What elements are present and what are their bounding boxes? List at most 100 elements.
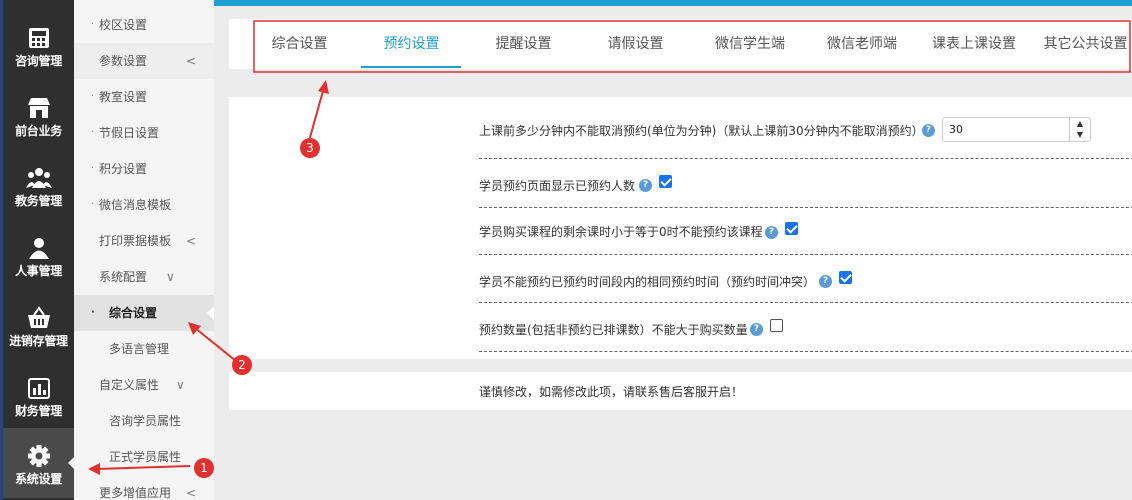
bullet: ·: [91, 307, 95, 318]
sub-sidebar: · 校区设置 参数设置 < · 教室设置 · 节假日设置 · 积分设置 · 微信消息模板 打…: [74, 0, 214, 500]
nav-front-desk[interactable]: 前台业务: [3, 80, 74, 150]
nav-hr[interactable]: 人事管理: [3, 220, 74, 290]
storefront-icon: [27, 98, 50, 118]
input-value: 30: [949, 123, 963, 136]
booking-settings-form: 上课前多少分钟内不能取消预约(单位为分钟)（默认上课前30分钟内不能取消预约） …: [229, 97, 1132, 359]
calculator-icon: [28, 28, 49, 48]
tab-general[interactable]: 综合设置: [257, 19, 342, 69]
chevron-down-icon: ∨: [176, 378, 185, 392]
sub-item-label: 参数设置: [99, 54, 148, 68]
sub-item-label: 微信消息模板: [99, 198, 172, 212]
settings-tabs: 综合设置 预约设置 提醒设置 请假设置 微信学生端 微信老师端 课表上课设置 其…: [229, 19, 1132, 69]
setting-time-conflict: 学员不能预约已预约时间段内的相同预约时间（预约时间冲突）: [479, 273, 1132, 290]
nav-label: 人事管理: [15, 264, 62, 278]
tab-other-public[interactable]: 其它公共设置: [1039, 19, 1132, 69]
nav-label: 前台业务: [15, 124, 62, 138]
tab-wechat-teacher[interactable]: 微信老师端: [817, 19, 907, 69]
sub-item-classroom[interactable]: · 教室设置: [74, 79, 214, 115]
top-accent-bar: [214, 0, 1132, 6]
gear-icon: [27, 445, 50, 467]
sub-item-more-apps[interactable]: 更多增值应用 <: [74, 475, 214, 500]
group-icon: [25, 168, 52, 188]
annotation-badge-3: 3: [300, 138, 320, 158]
selected-caret: [207, 306, 214, 320]
spin-down-icon[interactable]: ▼: [1070, 129, 1090, 140]
nav-label: 进销存管理: [9, 334, 68, 348]
tab-reminder[interactable]: 提醒设置: [481, 19, 566, 69]
row-divider: [479, 302, 1132, 303]
sub-item-formal-student-attr[interactable]: 正式学员属性: [74, 439, 214, 475]
show-booked-count-checkbox[interactable]: [659, 175, 672, 188]
help-icon[interactable]: ?: [819, 275, 832, 288]
quantity-limit-checkbox[interactable]: [770, 319, 783, 332]
nav-consulting[interactable]: 咨询管理: [3, 10, 74, 80]
notice-text: 谨慎修改，如需修改此项，请联系售后客服开启！: [479, 385, 744, 399]
tab-booking[interactable]: 预约设置: [369, 19, 454, 69]
setting-label: 上课前多少分钟内不能取消预约(单位为分钟)（默认上课前30分钟内不能取消预约）: [479, 124, 924, 138]
sub-item-points[interactable]: · 积分设置: [74, 151, 214, 187]
sub-item-label: 教室设置: [99, 90, 148, 104]
chevron-left-icon: <: [186, 54, 197, 68]
sub-item-label: 校区设置: [99, 18, 148, 32]
nav-label: 财务管理: [15, 404, 62, 418]
sub-item-label: 更多增值应用: [99, 486, 172, 500]
help-icon[interactable]: ?: [750, 323, 763, 336]
cancel-minutes-input[interactable]: 30 ▲ ▼: [942, 117, 1091, 142]
tab-wechat-student[interactable]: 微信学生端: [705, 19, 795, 69]
setting-show-booked-count: 学员预约页面显示已预约人数: [479, 177, 1132, 194]
notice-bar: 谨慎修改，如需修改此项，请联系售后客服开启！: [229, 372, 1132, 410]
sub-item-print-template[interactable]: 打印票据模板 <: [74, 223, 214, 259]
spin-up-icon[interactable]: ▲: [1070, 118, 1090, 129]
row-divider: [479, 254, 1132, 255]
sub-item-wechat-template[interactable]: · 微信消息模板: [74, 187, 214, 223]
chart-icon: [27, 378, 50, 399]
annotation-badge-2: 2: [232, 355, 252, 375]
nav-system-settings[interactable]: 系统设置: [3, 428, 75, 498]
number-spinner[interactable]: ▲ ▼: [1069, 118, 1090, 141]
setting-quantity-limit: 预约数量(包括非预约已排课数）不能大于购买数量: [479, 321, 1132, 338]
sub-item-label: 打印票据模板: [99, 234, 172, 248]
nav-finance[interactable]: 财务管理: [3, 360, 74, 430]
sub-item-label: 综合设置: [109, 306, 158, 320]
sub-item-system-config[interactable]: 系统配置 ∨: [74, 259, 214, 295]
help-icon[interactable]: ?: [765, 226, 778, 239]
chevron-down-icon: ∨: [166, 270, 175, 284]
person-icon: [28, 238, 49, 259]
bullet: ·: [91, 199, 95, 210]
time-conflict-checkbox[interactable]: [839, 271, 852, 284]
sub-item-multilanguage[interactable]: 多语言管理: [74, 331, 214, 367]
sub-item-general-settings[interactable]: · 综合设置: [74, 295, 214, 331]
setting-label: 学员购买课程的剩余课时小于等于0时不能预约该课程: [479, 225, 763, 239]
nav-label: 系统设置: [15, 472, 62, 486]
setting-zero-remaining: 学员购买课程的剩余课时小于等于0时不能预约该课程: [479, 223, 1132, 240]
nav-inventory[interactable]: 进销存管理: [3, 290, 74, 360]
basket-icon: [27, 306, 50, 328]
annotation-badge-1: 1: [194, 458, 214, 478]
sub-item-label: 自定义属性: [99, 378, 160, 392]
sub-item-label: 咨询学员属性: [109, 414, 182, 428]
nav-academic[interactable]: 教务管理: [3, 150, 74, 220]
sub-item-label: 节假日设置: [99, 126, 160, 140]
sub-item-custom-attributes[interactable]: 自定义属性 ∨: [74, 367, 214, 403]
sub-item-params[interactable]: 参数设置 <: [74, 43, 214, 79]
sub-item-campus[interactable]: · 校区设置: [74, 7, 214, 43]
setting-label: 预约数量(包括非预约已排课数）不能大于购买数量: [479, 323, 748, 337]
bullet: ·: [91, 163, 95, 174]
sub-item-holiday[interactable]: · 节假日设置: [74, 115, 214, 151]
tab-leave[interactable]: 请假设置: [593, 19, 678, 69]
setting-label: 学员不能预约已预约时间段内的相同预约时间（预约时间冲突）: [479, 275, 816, 289]
bullet: ·: [91, 127, 95, 138]
help-icon[interactable]: ?: [639, 179, 652, 192]
sub-item-label: 正式学员属性: [109, 450, 182, 464]
row-divider: [479, 351, 1132, 352]
sub-item-label: 积分设置: [99, 162, 148, 176]
tab-schedule[interactable]: 课表上课设置: [929, 19, 1019, 69]
chevron-left-icon: <: [186, 486, 197, 500]
bullet: ·: [91, 19, 95, 30]
sub-item-consult-student-attr[interactable]: 咨询学员属性: [74, 403, 214, 439]
sub-item-label: 系统配置: [99, 270, 148, 284]
bullet: ·: [91, 91, 95, 102]
zero-remaining-checkbox[interactable]: [785, 222, 798, 235]
help-icon[interactable]: ?: [922, 124, 935, 137]
active-tab-underline: [361, 66, 461, 68]
